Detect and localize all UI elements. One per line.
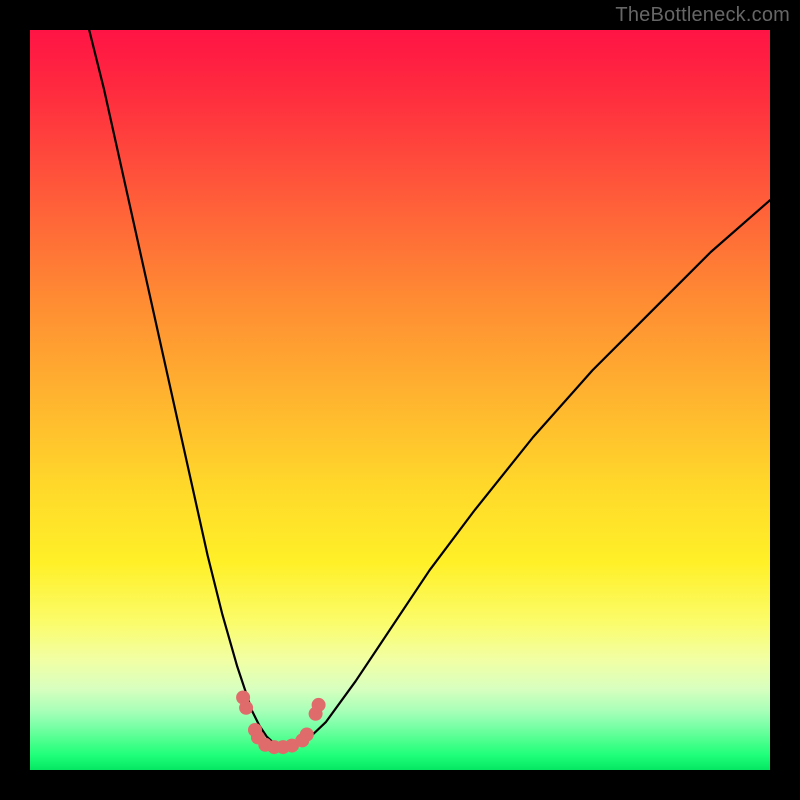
curve-marker [239,701,253,715]
curve-markers [236,691,326,755]
chart-svg [30,30,770,770]
curve-marker [300,728,314,742]
chart-plot-area [30,30,770,770]
curve-marker [312,698,326,712]
watermark-text: TheBottleneck.com [615,4,790,27]
bottleneck-curve [89,30,770,746]
